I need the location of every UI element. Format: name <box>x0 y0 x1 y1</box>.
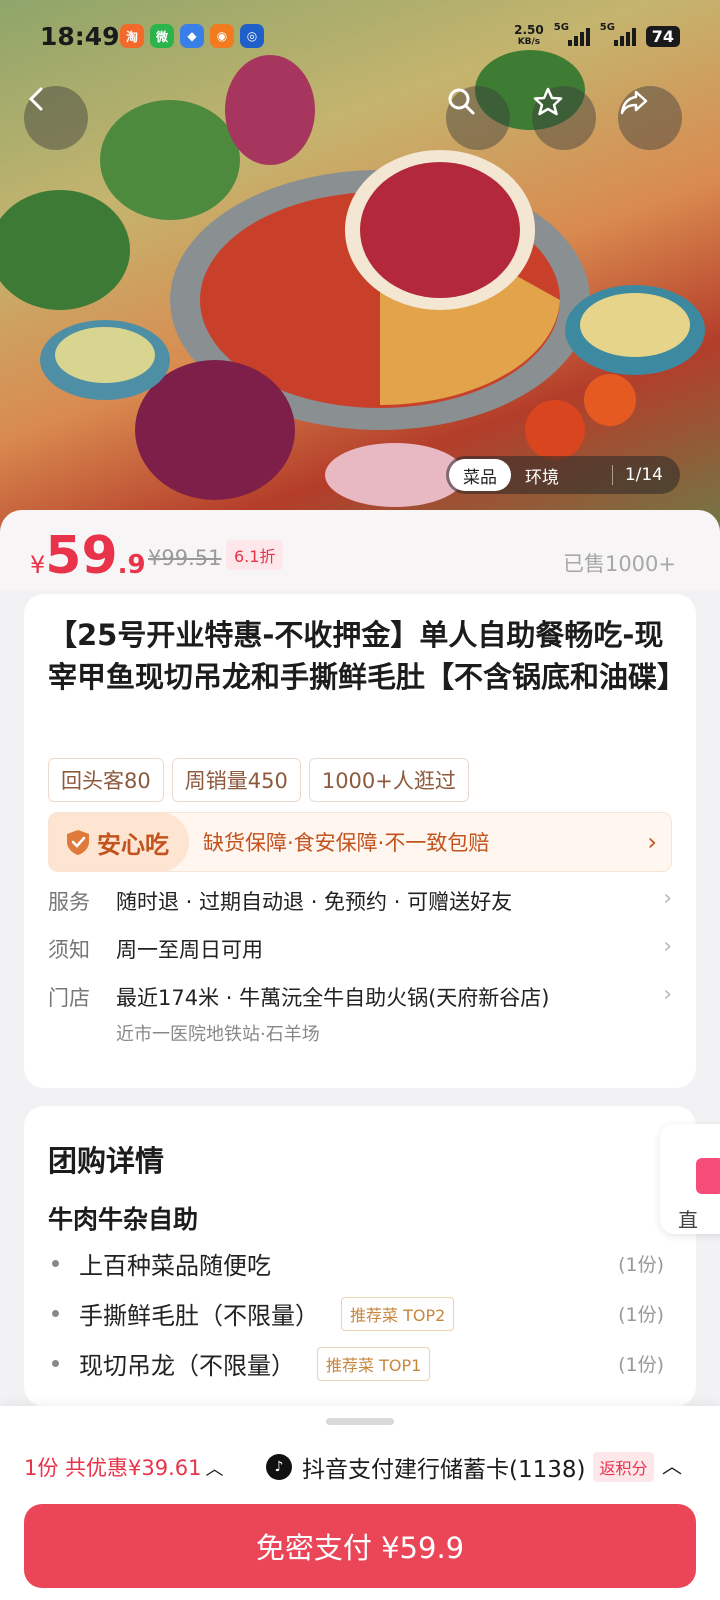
list-item: 手撕鲜毛肚（不限量） 推荐菜 TOP2 (1份) <box>48 1296 664 1331</box>
store-name: 最近174米 · 牛萬沅全牛自助火锅(天府新谷店) <box>116 986 550 1010</box>
live-icon <box>696 1158 720 1194</box>
item-qty: (1份) <box>618 1304 664 1326</box>
search-button[interactable] <box>446 86 510 150</box>
drag-handle[interactable] <box>326 1418 394 1425</box>
tag-views: 1000+人逛过 <box>308 758 469 802</box>
tag-weekly-sales: 周销量450 <box>171 758 301 802</box>
tab-environment[interactable]: 环境 <box>511 459 573 491</box>
notification-icons: 淘 微 ◆ ◉ ◎ <box>120 24 264 48</box>
chevron-right-icon: › <box>663 982 672 1007</box>
back-button[interactable] <box>24 86 88 150</box>
signal-icon: 5G <box>600 22 636 46</box>
chevron-right-icon: › <box>647 828 657 856</box>
live-float-button[interactable]: 直 <box>660 1124 720 1234</box>
tab-dishes[interactable]: 菜品 <box>449 459 511 491</box>
app-icon: ◎ <box>240 24 264 48</box>
douyin-icon: ♪ <box>266 1454 292 1480</box>
assurance-text: 缺货保障·食安保障·不一致包赔 <box>203 831 490 855</box>
details-heading: 团购详情 <box>48 1144 165 1178</box>
image-counter: 1/14 <box>611 465 677 485</box>
assurance-badge: 安心吃 <box>49 813 189 871</box>
points-badge: 返积分 <box>593 1452 654 1482</box>
star-icon <box>533 87 563 116</box>
product-info-card: 【25号开业特惠-不收押金】单人自助餐畅吃-现宰甲鱼现切吊龙和手撕鲜毛肚【不含锅… <box>24 594 696 1088</box>
favorite-button[interactable] <box>532 86 596 150</box>
info-label: 门店 <box>48 986 90 1010</box>
chevron-right-icon: › <box>663 886 672 911</box>
share-button[interactable] <box>618 86 682 150</box>
chevron-up-icon[interactable]: ︿ <box>662 1450 682 1479</box>
chevron-left-icon <box>28 87 43 111</box>
info-value: 周一至周日可用 <box>116 938 263 962</box>
group-buy-details-card: 团购详情 牛肉牛杂自助 上百种菜品随便吃 (1份) 手撕鲜毛肚（不限量） 推荐菜… <box>24 1106 696 1406</box>
original-price: ¥99.51 <box>148 546 222 570</box>
assurance-title: 安心吃 <box>97 830 169 859</box>
live-label: 直 <box>678 1208 698 1232</box>
search-icon <box>448 88 475 115</box>
battery-icon: 74 <box>645 25 680 47</box>
taobao-icon: 淘 <box>120 24 144 48</box>
discount-summary[interactable]: 1份 共优惠¥39.61 ︿ <box>24 1452 224 1482</box>
net-speed: 2.50 KB/s <box>514 23 544 47</box>
chevron-right-icon: › <box>663 934 672 959</box>
recommend-badge: 推荐菜 TOP1 <box>317 1346 431 1381</box>
store-location: 近市一医院地铁站·石羊场 <box>116 1024 320 1045</box>
current-price: ¥ 59 .9 <box>30 526 146 586</box>
payment-method[interactable]: ♪ 抖音支付建行储蓄卡(1138) 返积分 <box>266 1450 654 1484</box>
signal-icon: 5G <box>554 22 590 46</box>
app-icon: ◆ <box>180 24 204 48</box>
payment-method-label: 抖音支付建行储蓄卡(1138) <box>302 1457 586 1483</box>
sold-count: 已售1000+ <box>562 552 676 576</box>
status-bar: 18:49 淘 微 ◆ ◉ ◎ 2.50 KB/s 5G 5G 74 <box>0 0 720 76</box>
item-name: 手撕鲜毛肚（不限量） <box>79 1302 319 1330</box>
item-name: 现切吊龙（不限量） <box>79 1352 295 1380</box>
wechat-icon: 微 <box>150 24 174 48</box>
info-label: 须知 <box>48 938 90 962</box>
app-icon: ◉ <box>210 24 234 48</box>
assurance-banner[interactable]: 安心吃 缺货保障·食安保障·不一致包赔 › <box>48 812 672 872</box>
shield-check-icon <box>67 830 89 855</box>
chevron-up-icon: ︿ <box>205 1459 224 1480</box>
discount-badge: 6.1折 <box>226 540 284 570</box>
product-image-carousel[interactable]: 18:49 淘 微 ◆ ◉ ◎ 2.50 KB/s 5G 5G 74 菜品 环境… <box>0 0 720 540</box>
item-qty: (1份) <box>618 1354 664 1376</box>
store-row[interactable]: 门店 最近174米 · 牛萬沅全牛自助火锅(天府新谷店) 近市一医院地铁站·石羊… <box>48 982 672 1046</box>
notice-row[interactable]: 须知 周一至周日可用 › <box>48 934 672 964</box>
tag-repeat-customers: 回头客80 <box>48 758 164 802</box>
pay-button[interactable]: 免密支付 ¥59.9 <box>24 1504 696 1588</box>
product-title: 【25号开业特惠-不收押金】单人自助餐畅吃-现宰甲鱼现切吊龙和手撕鲜毛肚【不含锅… <box>48 618 687 694</box>
share-icon <box>620 90 648 115</box>
checkout-bar: 1份 共优惠¥39.61 ︿ ♪ 抖音支付建行储蓄卡(1138) 返积分 ︿ 免密… <box>0 1406 720 1600</box>
status-time: 18:49 <box>40 22 120 51</box>
item-qty: (1份) <box>618 1254 664 1276</box>
details-section-title: 牛肉牛杂自助 <box>48 1205 199 1234</box>
list-item: 现切吊龙（不限量） 推荐菜 TOP1 (1份) <box>48 1346 664 1381</box>
product-tags: 回头客80 周销量450 1000+人逛过 <box>48 758 469 802</box>
info-label: 服务 <box>48 890 90 914</box>
info-value: 随时退 · 过期自动退 · 免预约 · 可赠送好友 <box>116 890 513 914</box>
service-row[interactable]: 服务 随时退 · 过期自动退 · 免预约 · 可赠送好友 › <box>48 886 672 916</box>
list-item: 上百种菜品随便吃 (1份) <box>48 1246 664 1281</box>
gallery-tabs: 菜品 环境 1/14 <box>446 456 680 494</box>
recommend-badge: 推荐菜 TOP2 <box>341 1296 455 1331</box>
item-name: 上百种菜品随便吃 <box>79 1252 271 1280</box>
